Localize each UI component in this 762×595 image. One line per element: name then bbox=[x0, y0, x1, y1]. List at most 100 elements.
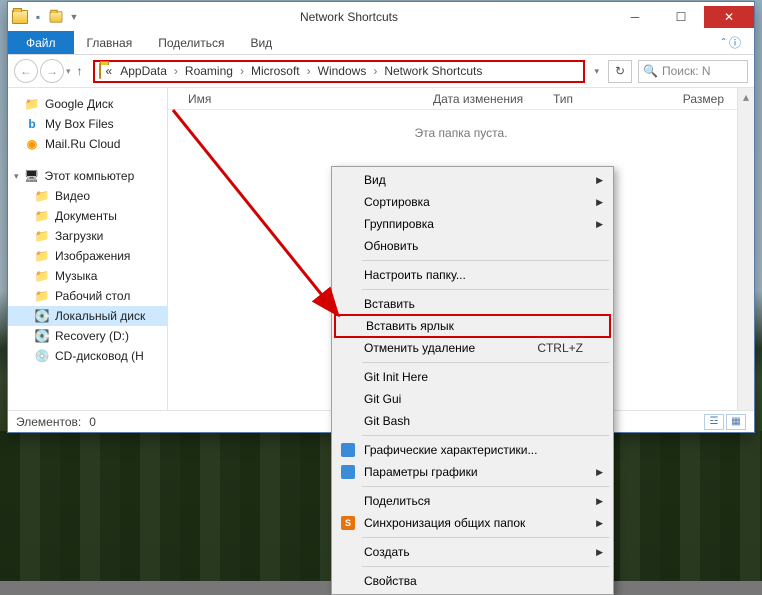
tree-label: Видео bbox=[55, 189, 90, 203]
tree-label: Документы bbox=[55, 209, 117, 223]
nav-back-button[interactable]: ← bbox=[14, 59, 38, 83]
properties-icon[interactable]: ▪ bbox=[30, 9, 46, 25]
status-elements-count: 0 bbox=[89, 415, 96, 429]
context-menu-item[interactable]: Создать bbox=[334, 541, 611, 563]
address-dropdown-icon[interactable]: ▾ bbox=[591, 66, 602, 77]
tree-item-computer[interactable]: ▾ 🖥 Этот компьютер bbox=[8, 166, 167, 186]
column-date[interactable]: Дата изменения bbox=[433, 92, 553, 106]
new-folder-icon[interactable] bbox=[48, 9, 64, 25]
tree-item[interactable]: 💿 CD-дисковод (H bbox=[8, 346, 167, 366]
tree-item-icon: 📁 bbox=[34, 208, 50, 224]
address-bar[interactable]: « AppData› Roaming› Microsoft› Windows› … bbox=[93, 60, 586, 83]
column-type[interactable]: Тип bbox=[553, 92, 653, 106]
nav-history-dropdown[interactable]: ▾ bbox=[66, 66, 71, 77]
context-menu-item[interactable]: Свойства bbox=[334, 570, 611, 592]
address-folder-icon bbox=[99, 64, 101, 78]
tree-item[interactable]: 📁Google Диск bbox=[8, 94, 167, 114]
ribbon-tab-home[interactable]: Главная bbox=[74, 31, 146, 54]
tree-label: CD-дисковод (H bbox=[55, 349, 144, 363]
window-title: Network Shortcuts bbox=[86, 10, 612, 24]
context-menu: ВидСортировка Группировка Обновить Настроит… bbox=[331, 166, 614, 595]
tree-item-icon: 💿 bbox=[34, 348, 50, 364]
context-menu-label: Git Bash bbox=[364, 414, 410, 428]
scroll-up-icon[interactable]: ▴ bbox=[738, 88, 754, 105]
tree-item[interactable]: 📁 Документы bbox=[8, 206, 167, 226]
context-menu-item[interactable]: Вид bbox=[334, 169, 611, 191]
breadcrumb[interactable]: Network Shortcuts bbox=[381, 64, 485, 78]
qat-dropdown-icon[interactable]: ▼ bbox=[66, 9, 82, 25]
breadcrumb[interactable]: Roaming bbox=[182, 64, 236, 78]
chevron-right-icon[interactable]: › bbox=[371, 64, 379, 78]
tree-label: Recovery (D:) bbox=[55, 329, 129, 343]
minimize-button[interactable]: ─ bbox=[612, 6, 658, 28]
context-menu-label: Группировка bbox=[364, 217, 434, 231]
context-menu-label: Создать bbox=[364, 545, 410, 559]
search-input[interactable]: 🔍 Поиск: N bbox=[638, 60, 748, 83]
context-menu-item[interactable]: Графические характеристики... bbox=[334, 439, 611, 461]
context-menu-item[interactable]: Вставить bbox=[334, 293, 611, 315]
chevron-right-icon[interactable]: › bbox=[238, 64, 246, 78]
context-menu-item[interactable]: Параметры графики bbox=[334, 461, 611, 483]
context-menu-label: Вставить ярлык bbox=[366, 319, 454, 333]
maximize-button[interactable]: ☐ bbox=[658, 6, 704, 28]
chevron-down-icon[interactable]: ▾ bbox=[14, 171, 19, 182]
ribbon-tab-view[interactable]: Вид bbox=[237, 31, 285, 54]
context-menu-item[interactable]: Обновить bbox=[334, 235, 611, 257]
ribbon-tab-share[interactable]: Поделиться bbox=[145, 31, 237, 54]
column-name[interactable]: Имя bbox=[188, 92, 433, 106]
view-large-icon[interactable]: ▦ bbox=[726, 414, 746, 430]
chevron-right-icon[interactable]: › bbox=[172, 64, 180, 78]
tree-item[interactable]: 💽Локальный диск bbox=[8, 306, 167, 326]
tree-item[interactable]: bMy Box Files bbox=[8, 114, 167, 134]
tree-label: Этот компьютер bbox=[45, 169, 135, 183]
breadcrumb-prefix[interactable]: « bbox=[103, 64, 116, 78]
context-menu-label: Отменить удаление bbox=[364, 341, 475, 355]
context-menu-item[interactable]: Поделиться bbox=[334, 490, 611, 512]
context-menu-item[interactable]: S Синхронизация общих папок bbox=[334, 512, 611, 534]
vertical-scrollbar[interactable]: ▴ bbox=[737, 88, 754, 410]
context-menu-item[interactable]: Отменить удалениеCTRL+Z bbox=[334, 337, 611, 359]
tree-label: Музыка bbox=[55, 269, 97, 283]
navigation-tree[interactable]: 📁Google ДискbMy Box Files◉Mail.Ru Cloud … bbox=[8, 88, 168, 410]
nav-forward-button[interactable]: → bbox=[40, 59, 64, 83]
tree-item[interactable]: 📁Видео bbox=[8, 186, 167, 206]
context-menu-label: Графические характеристики... bbox=[364, 443, 537, 457]
search-icon: 🔍 bbox=[643, 64, 658, 78]
tree-item[interactable]: ◉Mail.Ru Cloud bbox=[8, 134, 167, 154]
tree-item[interactable]: 💽Recovery (D:) bbox=[8, 326, 167, 346]
tree-item[interactable]: 📁Загрузки bbox=[8, 226, 167, 246]
intel-graphics-icon bbox=[340, 464, 356, 480]
tree-label: Google Диск bbox=[45, 97, 113, 111]
chevron-right-icon[interactable]: › bbox=[305, 64, 313, 78]
nav-up-button[interactable]: ↑ bbox=[73, 64, 87, 78]
ribbon-help-icon[interactable]: ˆ ⓘ bbox=[709, 31, 754, 54]
title-bar[interactable]: ▪ ▼ Network Shortcuts ─ ☐ ✕ bbox=[8, 2, 754, 31]
context-menu-label: Синхронизация общих папок bbox=[364, 516, 525, 530]
context-menu-item[interactable]: Настроить папку... bbox=[334, 264, 611, 286]
breadcrumb[interactable]: Microsoft bbox=[248, 64, 303, 78]
context-menu-item[interactable]: Сортировка bbox=[334, 191, 611, 213]
refresh-button[interactable]: ↻ bbox=[608, 60, 632, 83]
context-menu-item[interactable]: Вставить ярлык bbox=[334, 314, 611, 338]
sync-icon: S bbox=[340, 515, 356, 531]
context-menu-label: Обновить bbox=[364, 239, 418, 253]
intel-graphics-icon bbox=[340, 442, 356, 458]
breadcrumb[interactable]: AppData bbox=[117, 64, 170, 78]
context-menu-item[interactable]: Группировка bbox=[334, 213, 611, 235]
tree-item[interactable]: 📁Изображения bbox=[8, 246, 167, 266]
context-menu-label: Вставить bbox=[364, 297, 415, 311]
view-details-icon[interactable]: ☲ bbox=[704, 414, 724, 430]
tree-item[interactable]: 📁Рабочий стол bbox=[8, 286, 167, 306]
context-menu-item[interactable]: Git Bash bbox=[334, 410, 611, 432]
address-bar-row: ← → ▾ ↑ « AppData› Roaming› Microsoft› W… bbox=[8, 55, 754, 87]
close-button[interactable]: ✕ bbox=[704, 6, 754, 28]
context-menu-item[interactable]: Git Gui bbox=[334, 388, 611, 410]
empty-folder-message: Эта папка пуста. bbox=[168, 126, 754, 140]
ribbon-tabs: Файл Главная Поделиться Вид ˆ ⓘ bbox=[8, 31, 754, 55]
column-headers[interactable]: Имя Дата изменения Тип Размер bbox=[168, 88, 754, 110]
tree-item[interactable]: 📁Музыка bbox=[8, 266, 167, 286]
quick-access-toolbar: ▪ ▼ bbox=[8, 9, 86, 25]
breadcrumb[interactable]: Windows bbox=[315, 64, 370, 78]
ribbon-tab-file[interactable]: Файл bbox=[8, 31, 74, 54]
context-menu-item[interactable]: Git Init Here bbox=[334, 366, 611, 388]
